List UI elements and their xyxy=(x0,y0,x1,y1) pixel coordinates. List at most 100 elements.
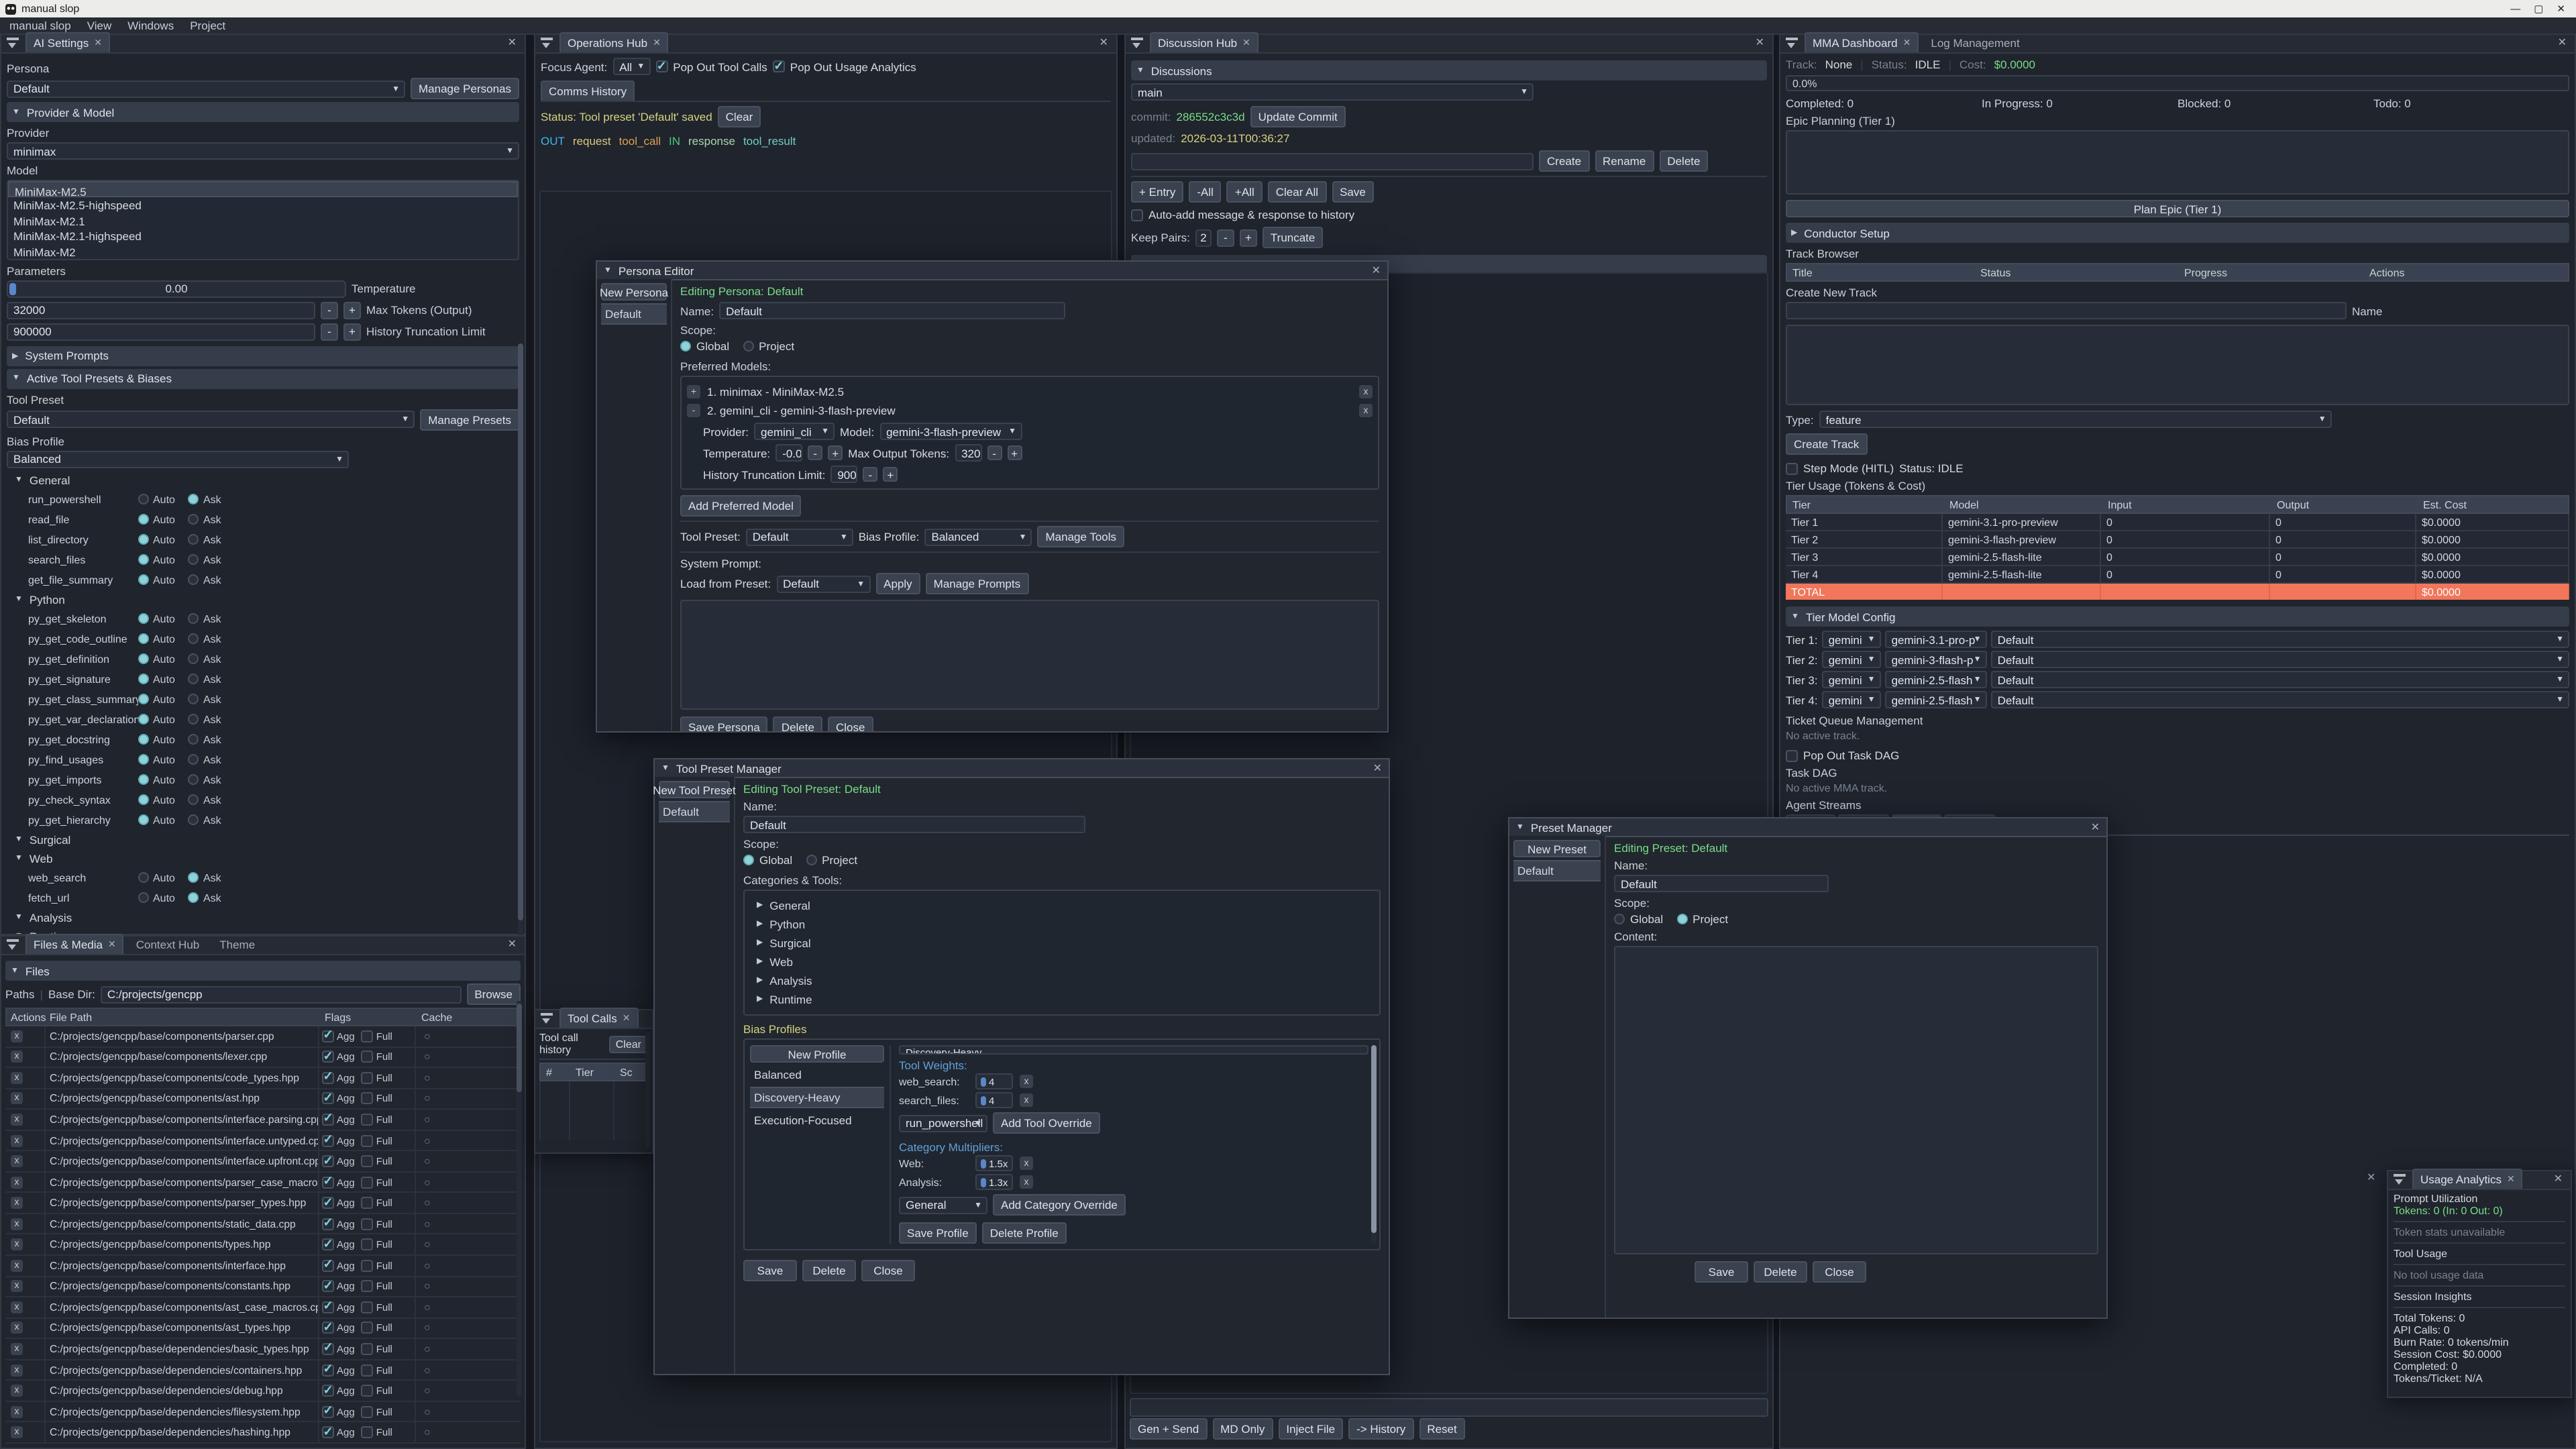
history-action-button[interactable]: Clear All xyxy=(1268,181,1326,203)
scrollbar-track[interactable] xyxy=(1371,1045,1377,1244)
auto-radio[interactable] xyxy=(138,674,149,684)
auto-radio[interactable] xyxy=(138,514,149,525)
agg-checkbox[interactable] xyxy=(322,1197,334,1209)
tab-close-icon[interactable]: ✕ xyxy=(2507,1174,2515,1185)
track-description-textarea[interactable] xyxy=(1786,325,2569,405)
agg-checkbox[interactable] xyxy=(322,1218,334,1230)
history-action-button[interactable]: -All xyxy=(1189,181,1222,203)
persona-select[interactable]: Default▼ xyxy=(7,80,405,97)
tab-log-management[interactable]: Log Management xyxy=(1923,32,2027,52)
auto-radio[interactable] xyxy=(138,734,149,745)
manage-tools-button[interactable]: Manage Tools xyxy=(1038,526,1125,547)
agg-checkbox[interactable] xyxy=(322,1260,334,1272)
minimize-icon[interactable]: — xyxy=(2510,3,2520,15)
decrement-button[interactable]: - xyxy=(1217,229,1234,246)
panel-close-icon[interactable]: ✕ xyxy=(2558,36,2571,52)
full-checkbox[interactable] xyxy=(362,1093,374,1105)
delete-profile-button[interactable]: Delete Profile xyxy=(982,1222,1067,1244)
remove-file-button[interactable]: x xyxy=(11,1218,23,1230)
remove-file-button[interactable]: x xyxy=(11,1281,23,1293)
auto-radio[interactable] xyxy=(138,872,149,883)
slider-handle[interactable] xyxy=(9,282,16,294)
remove-file-button[interactable]: x xyxy=(11,1134,23,1146)
create-track-button[interactable]: Create Track xyxy=(1786,433,1867,455)
agg-checkbox[interactable] xyxy=(322,1176,334,1188)
ask-radio[interactable] xyxy=(189,872,199,883)
preset-content-textarea[interactable] xyxy=(1614,946,2098,1254)
full-checkbox[interactable] xyxy=(362,1238,374,1250)
tier-model-select[interactable]: gemini-2.5-flash▼ xyxy=(1885,671,1987,688)
full-checkbox[interactable] xyxy=(362,1218,374,1230)
tier-model-select[interactable]: gemini-3-flash-p▼ xyxy=(1885,651,1987,668)
step-mode-checkbox[interactable] xyxy=(1786,462,1798,474)
ask-radio[interactable] xyxy=(189,534,199,545)
add-preferred-model-button[interactable]: Add Preferred Model xyxy=(680,495,802,517)
compose-action-button[interactable]: Gen + Send xyxy=(1130,1418,1207,1440)
model-option[interactable]: MiniMax-M2.1 xyxy=(8,212,518,227)
bias-profile-select[interactable]: Balanced▼ xyxy=(7,450,349,468)
conductor-setup-section[interactable]: ▶Conductor Setup xyxy=(1786,223,2569,243)
category-row[interactable]: ▶Python xyxy=(750,915,1374,932)
reorder-button[interactable]: - xyxy=(687,404,700,417)
category-row[interactable]: ▶Surgical xyxy=(750,934,1374,951)
remove-file-button[interactable]: x xyxy=(11,1238,23,1250)
model-option[interactable]: MiniMax-M2 xyxy=(8,243,518,258)
slider-handle[interactable] xyxy=(981,1077,986,1086)
agg-checkbox[interactable] xyxy=(322,1030,334,1042)
tab-mma-dashboard[interactable]: MMA Dashboard✕ xyxy=(1805,32,1919,52)
scope-global-radio[interactable] xyxy=(1614,914,1625,924)
ask-radio[interactable] xyxy=(189,734,199,745)
full-checkbox[interactable] xyxy=(362,1260,374,1272)
preset-list-item[interactable]: Default xyxy=(1513,860,1601,881)
remove-override-button[interactable]: x xyxy=(1020,1175,1033,1189)
tab-files-media[interactable]: Files & Media✕ xyxy=(25,934,124,954)
tab-comms-history[interactable]: Comms History xyxy=(541,80,635,101)
save-persona-button[interactable]: Save Persona xyxy=(680,716,768,731)
remove-file-button[interactable]: x xyxy=(11,1426,23,1438)
remove-file-button[interactable]: x xyxy=(11,1385,23,1397)
compose-action-button[interactable]: -> History xyxy=(1348,1418,1413,1440)
full-checkbox[interactable] xyxy=(362,1364,374,1376)
model-option[interactable]: MiniMax-M2.5-highspeed xyxy=(8,197,518,212)
auto-radio[interactable] xyxy=(138,574,149,585)
scope-project-radio[interactable] xyxy=(806,855,816,865)
remove-file-button[interactable]: x xyxy=(11,1030,23,1042)
auto-radio[interactable] xyxy=(138,633,149,644)
scrollbar-thumb[interactable] xyxy=(518,343,523,920)
dialog-close-icon[interactable]: ✕ xyxy=(1372,264,1381,276)
manage-prompts-button[interactable]: Manage Prompts xyxy=(926,573,1028,594)
decrement-button[interactable]: - xyxy=(321,301,338,319)
tier-provider-select[interactable]: gemini▼ xyxy=(1822,691,1881,708)
preset-name-input[interactable]: Default xyxy=(1614,875,1829,892)
tool-weight-slider[interactable]: 4 xyxy=(975,1092,1013,1108)
tab-close-icon[interactable]: ✕ xyxy=(653,38,661,48)
tool-group-header[interactable]: ▼Surgical xyxy=(7,830,519,849)
files-section[interactable]: ▼Files xyxy=(5,961,521,981)
scope-global-radio[interactable] xyxy=(743,855,754,865)
reorder-button[interactable]: + xyxy=(687,385,700,398)
slider-handle[interactable] xyxy=(981,1095,986,1105)
bias-profile-item[interactable]: Balanced xyxy=(750,1065,884,1084)
base-dir-input[interactable]: C:/projects/gencpp xyxy=(101,985,461,1003)
remove-file-button[interactable]: x xyxy=(11,1322,23,1334)
full-checkbox[interactable] xyxy=(362,1072,374,1084)
ask-radio[interactable] xyxy=(189,613,199,624)
full-checkbox[interactable] xyxy=(362,1114,374,1126)
history-limit-input[interactable]: 900000 xyxy=(7,323,315,340)
increment-button[interactable]: + xyxy=(1007,445,1022,460)
tool-override-select[interactable]: run_powershell▼ xyxy=(899,1114,987,1132)
remove-file-button[interactable]: x xyxy=(11,1093,23,1105)
agg-checkbox[interactable] xyxy=(322,1281,334,1293)
remove-file-button[interactable]: x xyxy=(11,1301,23,1313)
tab-close-icon[interactable]: ✕ xyxy=(108,939,116,950)
full-checkbox[interactable] xyxy=(362,1281,374,1293)
agg-checkbox[interactable] xyxy=(322,1051,334,1063)
remove-file-button[interactable]: x xyxy=(11,1072,23,1084)
close-dialog-button[interactable]: Close xyxy=(828,716,873,731)
active-tools-section[interactable]: ▼Active Tool Presets & Biases xyxy=(7,368,519,388)
auto-add-checkbox[interactable] xyxy=(1131,209,1143,221)
create-discussion-button[interactable]: Create xyxy=(1539,150,1589,172)
persona-list-item[interactable]: Default xyxy=(601,303,667,325)
agg-checkbox[interactable] xyxy=(322,1343,334,1355)
panel-close-icon[interactable]: ✕ xyxy=(508,938,521,954)
